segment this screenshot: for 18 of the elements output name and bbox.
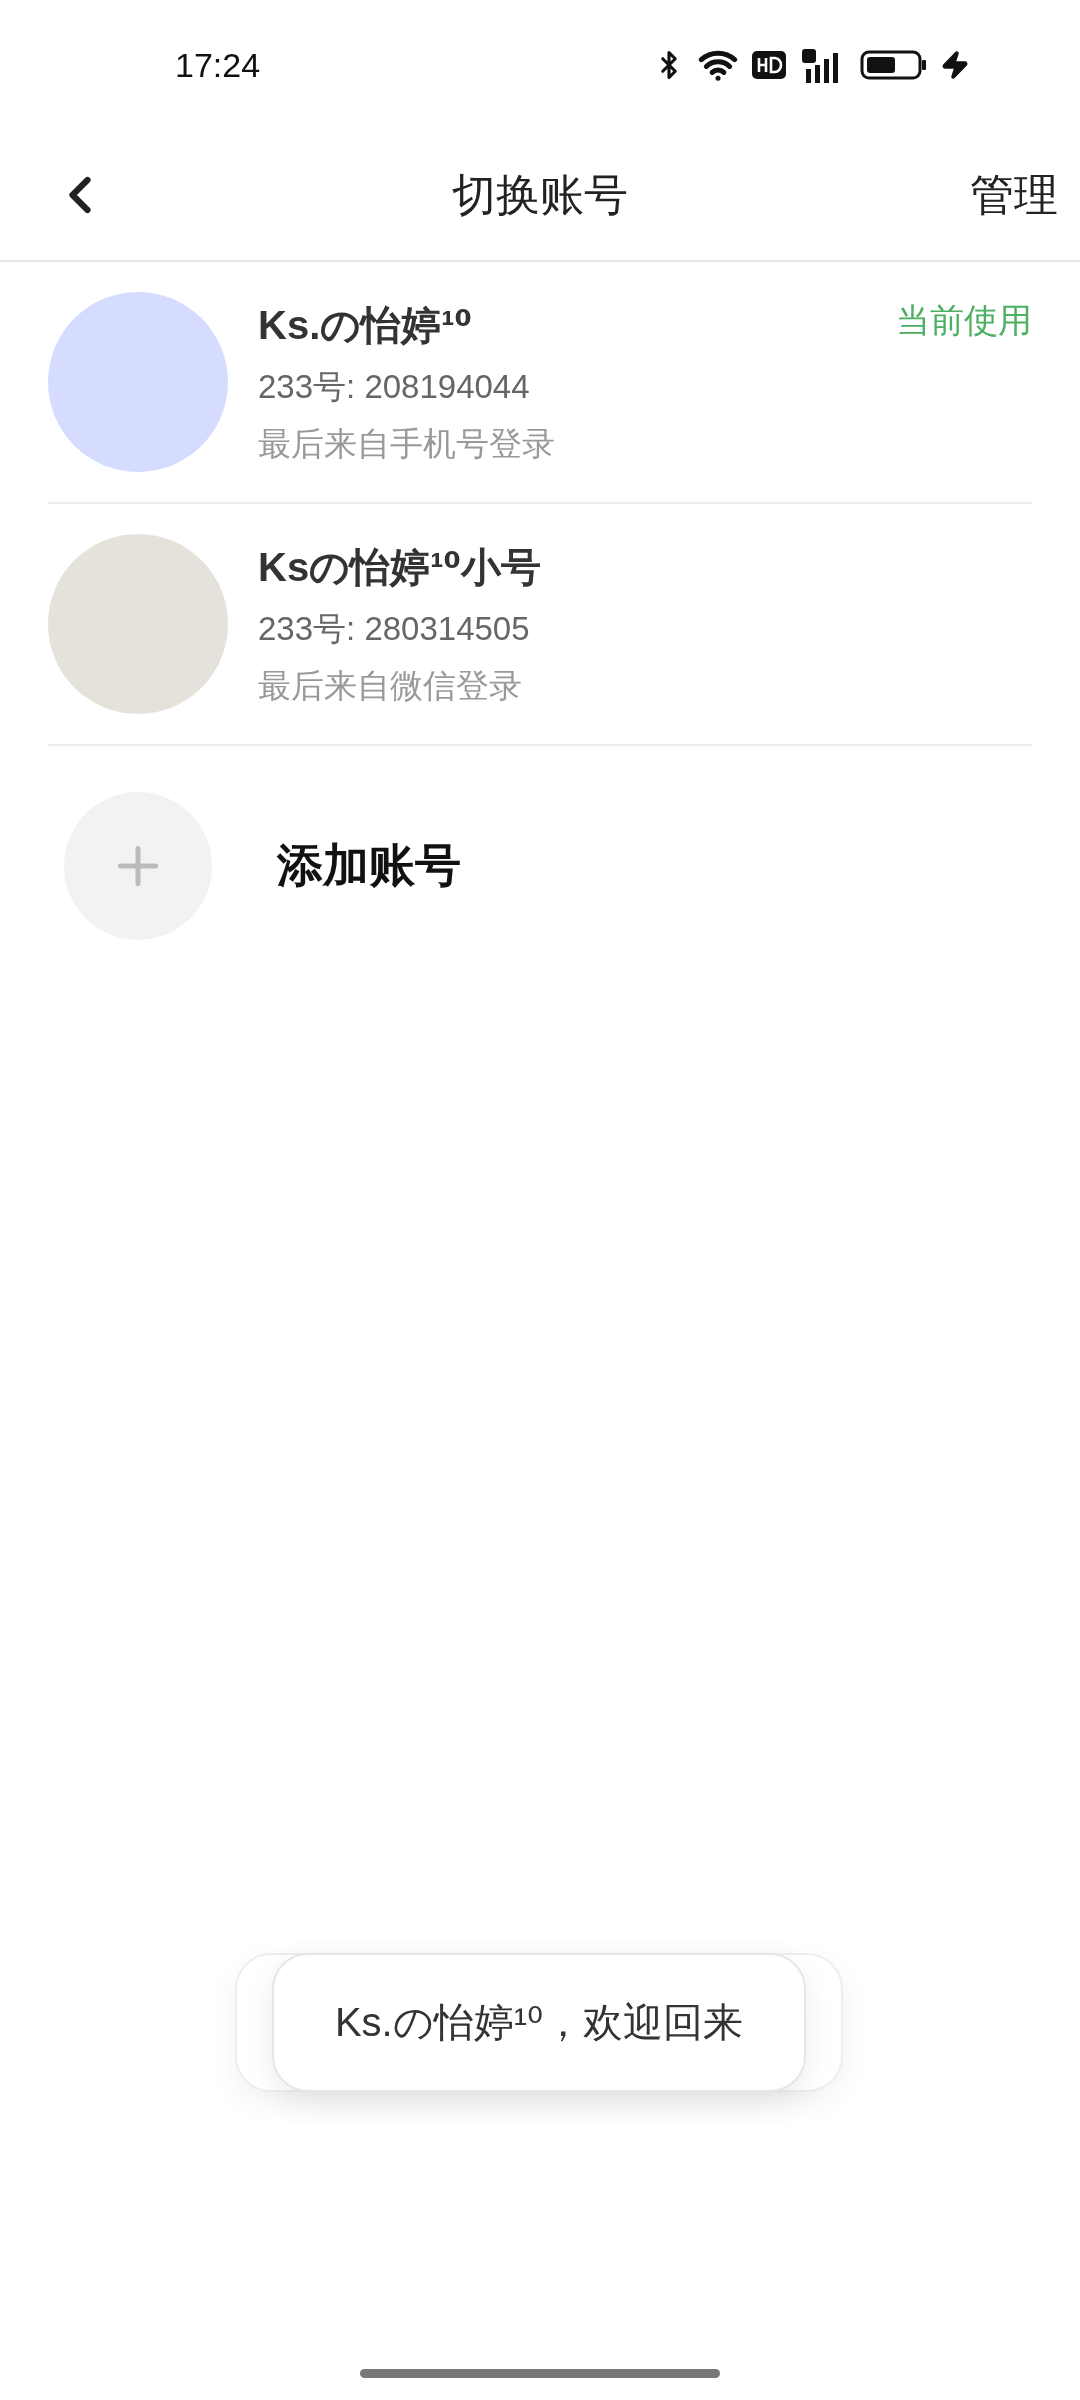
account-row[interactable]: Ks.の怡婷¹⁰ 233号: 208194044 最后来自手机号登录 当前使用 — [48, 262, 1032, 504]
current-label: 当前使用 — [896, 300, 1032, 341]
account-name: Ksの怡婷¹⁰小号 — [258, 543, 541, 591]
battery-icon — [860, 50, 926, 80]
account-id: 233号: 280314505 — [258, 608, 531, 649]
page-title: 切换账号 — [452, 168, 628, 221]
add-account-label[interactable]: 添加账号 — [277, 835, 461, 897]
account-name: Ks.の怡婷¹⁰ — [258, 301, 474, 349]
last-login: 最后来自手机号登录 — [258, 423, 555, 464]
charging-icon — [940, 50, 970, 80]
status-time: 17:24 — [175, 45, 261, 85]
last-login: 最后来自微信登录 — [258, 665, 523, 706]
account-row[interactable]: Ksの怡婷¹⁰小号 233号: 280314505 最后来自微信登录 — [48, 504, 1032, 746]
account-id: 233号: 208194044 — [258, 366, 531, 407]
manage-button[interactable]: 管理 — [970, 165, 1058, 225]
toast: Ks.の怡婷¹⁰，欢迎回来 — [272, 1953, 806, 2092]
hd-icon — [752, 51, 786, 79]
home-indicator[interactable] — [360, 2369, 720, 2378]
